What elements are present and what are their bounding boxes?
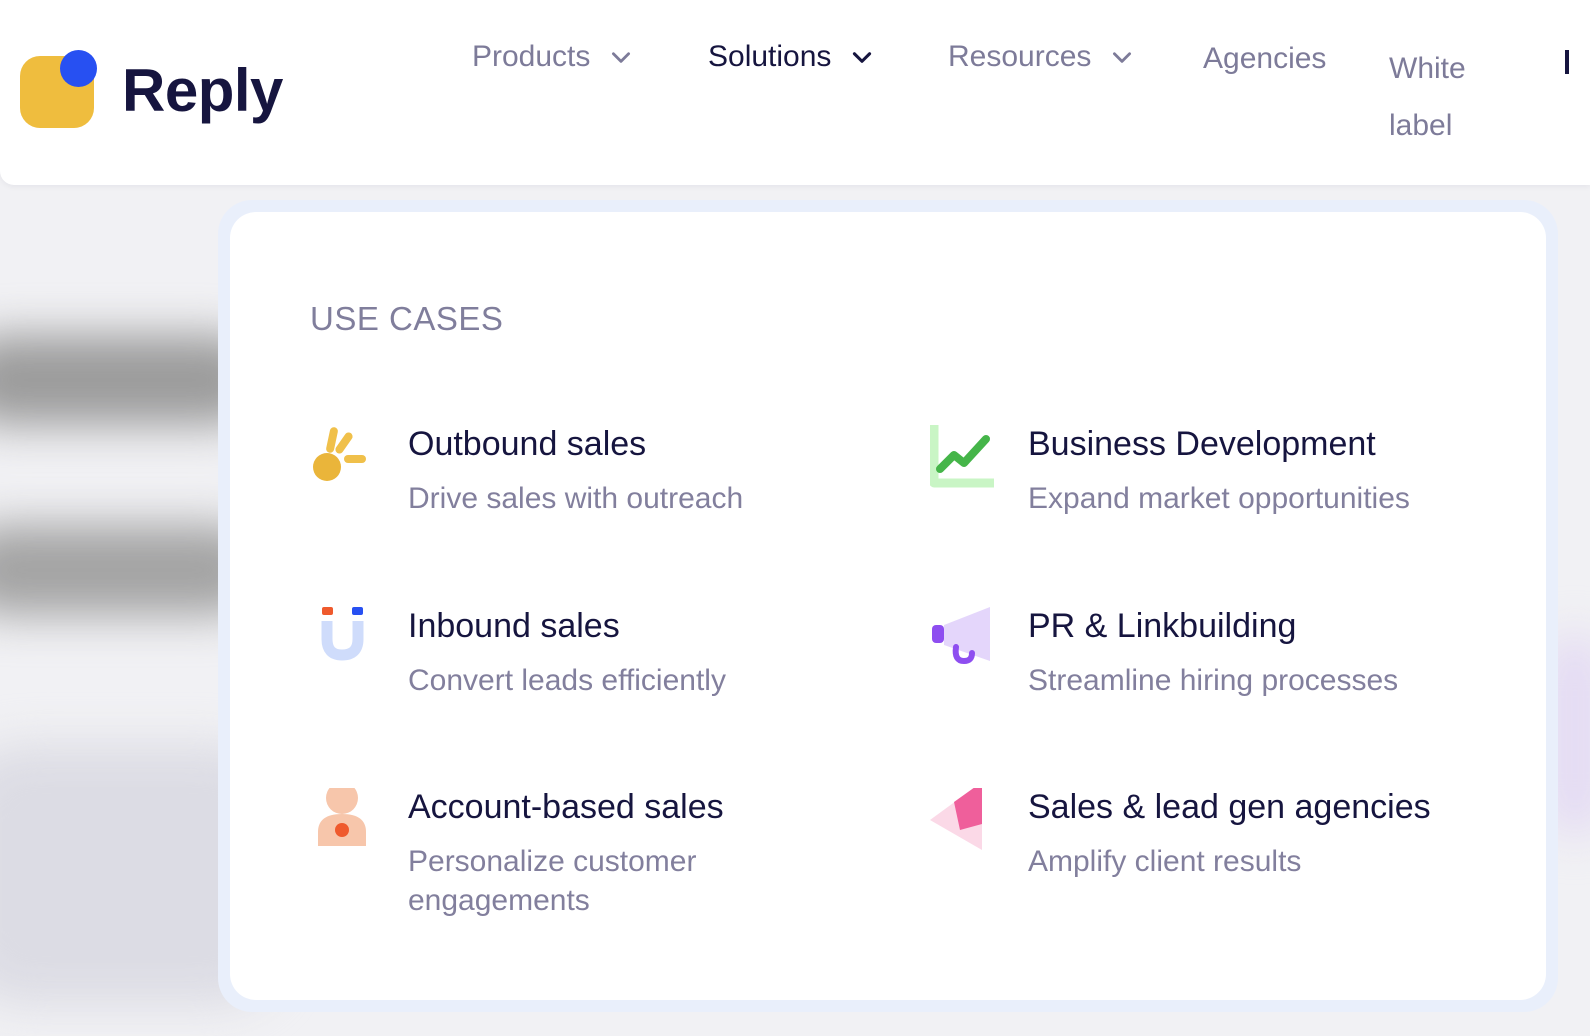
paper-plane-icon	[930, 782, 994, 852]
use-case-business-development[interactable]: Business Development Expand market oppor…	[929, 420, 1490, 535]
use-case-inbound-sales[interactable]: Inbound sales Convert leads efficiently	[310, 607, 830, 717]
use-case-outbound-sales[interactable]: Outbound sales Drive sales with outreach	[310, 425, 830, 535]
use-cases-heading: USE CASES	[310, 300, 504, 337]
use-case-title: Account-based sales	[408, 788, 724, 826]
cropped-nav-item	[1565, 50, 1569, 74]
nav-solutions[interactable]: Solutions	[708, 40, 875, 74]
chevron-down-icon	[608, 44, 634, 70]
use-case-account-based-sales[interactable]: Account-based sales Personalize customer…	[310, 782, 830, 928]
brand-name: Reply	[122, 57, 283, 124]
nav-products-label: Products	[472, 40, 591, 73]
use-case-title: Sales & lead gen agencies	[1028, 788, 1431, 826]
reply-logo-icon	[20, 50, 100, 130]
nav-solutions-label: Solutions	[708, 40, 832, 73]
reply-logo[interactable]: Reply	[20, 50, 283, 130]
magnet-icon	[310, 607, 374, 671]
use-case-description: Personalize customer engagements	[408, 845, 697, 917]
nav-agencies-label: Agencies	[1203, 42, 1327, 75]
use-case-title: PR & Linkbuilding	[1028, 607, 1297, 645]
nav-white-label-line1: White	[1389, 52, 1466, 85]
nav-agencies[interactable]: Agencies	[1203, 42, 1326, 76]
megaphone-icon	[930, 607, 994, 671]
nav-resources[interactable]: Resources	[948, 40, 1135, 74]
use-case-description: Drive sales with outreach	[408, 482, 744, 515]
use-case-sales-lead-gen-agencies[interactable]: Sales & lead gen agencies Amplify client…	[930, 782, 1490, 898]
chevron-down-icon	[849, 44, 875, 70]
nav-white-label-line2: label	[1389, 109, 1453, 142]
use-case-pr-linkbuilding[interactable]: PR & Linkbuilding Streamline hiring proc…	[930, 607, 1490, 717]
chevron-down-icon	[1109, 44, 1135, 70]
use-case-title: Inbound sales	[408, 607, 620, 645]
growth-chart-icon	[929, 420, 999, 489]
waving-hand-icon	[310, 425, 374, 489]
use-case-description: Streamline hiring processes	[1028, 664, 1399, 697]
use-case-description: Convert leads efficiently	[408, 664, 726, 697]
nav-white-label[interactable]: White label	[1389, 40, 1499, 154]
use-case-title: Outbound sales	[408, 425, 647, 463]
use-case-description: Expand market opportunities	[1028, 482, 1410, 515]
use-case-title: Business Development	[1028, 425, 1376, 463]
site-header: Reply Products Solutions Resources Agenc…	[0, 0, 1590, 185]
person-target-icon	[310, 782, 374, 852]
nav-products[interactable]: Products	[472, 40, 634, 74]
use-case-description: Amplify client results	[1028, 845, 1302, 878]
nav-resources-label: Resources	[948, 40, 1092, 73]
